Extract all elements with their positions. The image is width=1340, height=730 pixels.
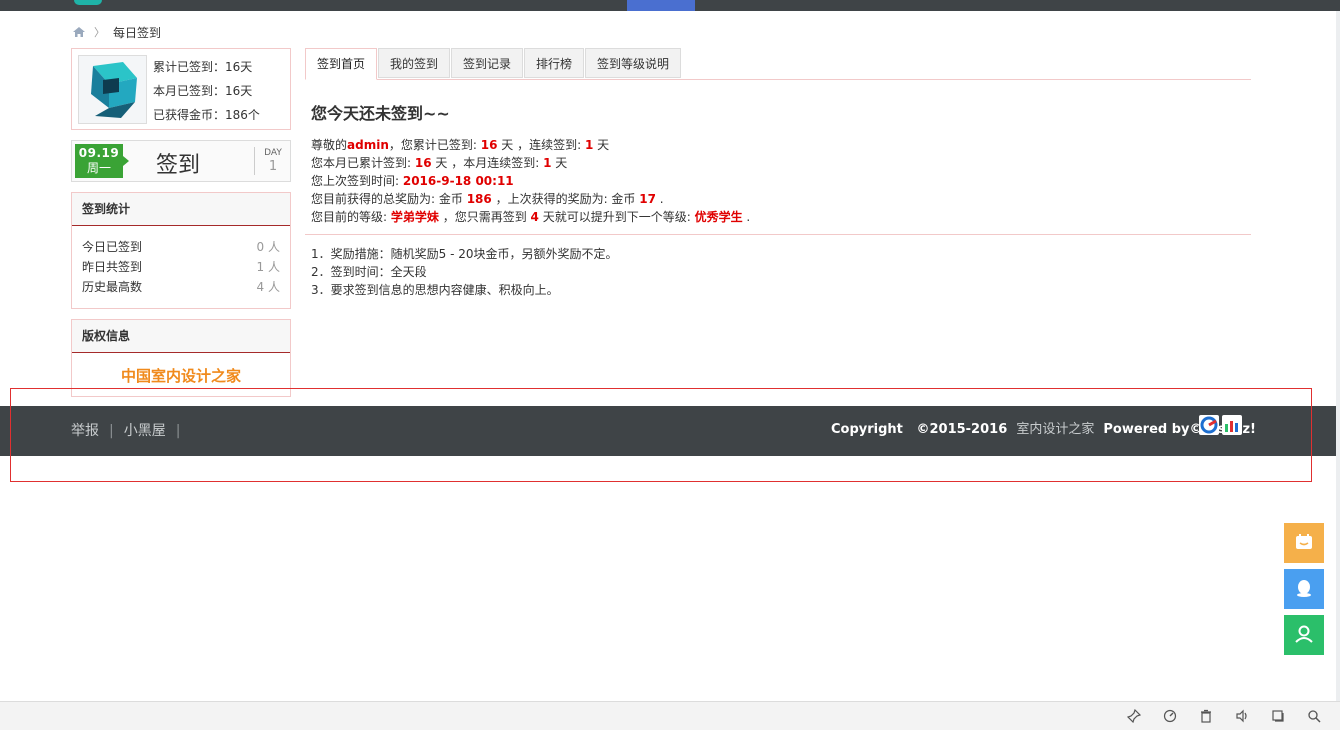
divider: [305, 234, 1251, 235]
total-signed: 累计已签到：16天: [153, 60, 253, 74]
trash-icon[interactable]: [1198, 708, 1214, 724]
text: 您上次签到时间:: [311, 174, 403, 188]
month-days: 16: [414, 156, 432, 170]
month-signed: 本月已签到：16天: [153, 84, 253, 98]
total-days: 16: [480, 138, 498, 152]
day-value: 1: [268, 159, 278, 174]
text: 天 ，本月连续签到:: [431, 156, 544, 170]
volume-icon[interactable]: [1234, 708, 1250, 724]
stat-label: 历史最高数: [82, 280, 143, 294]
text: ，您只需再签到: [438, 210, 531, 224]
current-level: 学弟学妹: [390, 210, 439, 224]
user-card: 累计已签到：16天 本月已签到：16天 已获得金币：186个: [71, 48, 291, 130]
qq-contact-button[interactable]: [1284, 569, 1324, 609]
text: 尊敬的: [311, 138, 348, 152]
tab-sign-home[interactable]: 签到首页: [305, 48, 378, 80]
chevron-right-icon: 〉: [94, 26, 105, 39]
weekday-text: 周一: [86, 161, 111, 175]
text: 您本月已累计签到:: [311, 156, 415, 170]
text: ，您累计已签到:: [388, 138, 481, 152]
last-coins: 17: [639, 192, 656, 206]
sign-status-section: 您今天还未签到~~ 尊敬的admin，您累计已签到: 16 天 ，连续签到: 1…: [311, 100, 1251, 226]
rule-item: 1．奖励措施：随机奖励5 - 20块金币，另额外奖励不定。: [311, 247, 618, 261]
date-text: 09.19: [78, 146, 120, 160]
text: 天: [551, 156, 568, 170]
user-stats: 累计已签到：16天 本月已签到：16天 已获得金币：186个: [153, 55, 260, 127]
text: 天就可以提升到下一个等级:: [538, 210, 695, 224]
zoom-icon[interactable]: [1306, 708, 1322, 724]
info-line-total: 尊敬的admin，您累计已签到: 16 天 ，连续签到: 1 天: [311, 136, 1251, 154]
panel-title: 版权信息: [72, 320, 290, 353]
text: ，上次获得的奖励为: 金币: [491, 192, 640, 206]
brand-logo-text[interactable]: 中国室内设计之家: [72, 365, 290, 386]
sign-in-label[interactable]: 签到: [156, 147, 200, 179]
tab-my-sign[interactable]: 我的签到: [378, 48, 451, 78]
rule-item: 2．签到时间：全天段: [311, 265, 427, 279]
stat-value: 4 人: [256, 280, 280, 294]
page-scrollbar[interactable]: [1336, 11, 1340, 701]
tab-ranking[interactable]: 排行榜: [524, 48, 585, 78]
stat-row: 今日已签到 0 人: [82, 237, 280, 257]
breadcrumb: 〉 每日签到: [72, 24, 161, 40]
username[interactable]: admin: [347, 138, 389, 152]
text: 您目前的等级:: [311, 210, 391, 224]
info-line-month: 您本月已累计签到: 16 天 ，本月连续签到: 1 天: [311, 154, 1251, 172]
copyright-panel: 版权信息 中国室内设计之家: [71, 319, 291, 397]
sign-stats-panel: 签到统计 今日已签到 0 人 昨日共签到 1 人 历史最高数 4 人: [71, 192, 291, 309]
site-logo[interactable]: [74, 0, 102, 5]
qq-icon: [1293, 577, 1315, 602]
next-level: 优秀学生: [694, 210, 743, 224]
stat-value: 1 人: [256, 260, 280, 274]
top-nav-bar: [0, 0, 1340, 11]
day-counter: DAY 1: [260, 147, 286, 175]
page-title: 您今天还未签到~~: [311, 104, 450, 123]
stat-label: 今日已签到: [82, 240, 143, 254]
text: 天 ，连续签到:: [497, 138, 585, 152]
coins-earned: 已获得金币：186个: [153, 108, 260, 122]
highlight-frame: [10, 388, 1312, 482]
last-sign-time: 2016-9-18 00:11: [402, 174, 514, 188]
sign-in-button[interactable]: 09.19 周一 签到 DAY 1: [71, 140, 291, 182]
text: 您目前获得的总奖励为: 金币: [311, 192, 467, 206]
date-badge: 09.19 周一: [75, 144, 129, 178]
stat-label: 昨日共签到: [82, 260, 143, 274]
breadcrumb-current[interactable]: 每日签到: [113, 24, 161, 41]
message-icon: [1293, 531, 1315, 556]
stat-row: 历史最高数 4 人: [82, 277, 280, 297]
info-line-rewards: 您目前获得的总奖励为: 金币 186 ，上次获得的奖励为: 金币 17 .: [311, 190, 1251, 208]
user-contact-button[interactable]: [1284, 615, 1324, 655]
days-needed: 4: [530, 210, 539, 224]
divider: [254, 147, 255, 175]
text: .: [655, 192, 664, 206]
tab-bar: 签到首页 我的签到 签到记录 排行榜 签到等级说明: [305, 48, 1251, 80]
window-icon[interactable]: [1270, 708, 1286, 724]
nav-active-item[interactable]: [627, 0, 695, 11]
avatar[interactable]: [78, 55, 147, 124]
rule-item: 3．要求签到信息的思想内容健康、积极向上。: [311, 283, 559, 297]
browser-status-bar: [0, 701, 1340, 730]
user-icon: [1293, 623, 1315, 648]
rules-list: 1．奖励措施：随机奖励5 - 20块金币，另额外奖励不定。 2．签到时间：全天段…: [311, 245, 618, 299]
text: .: [742, 210, 751, 224]
home-icon[interactable]: [72, 26, 86, 38]
feedback-button[interactable]: [1284, 523, 1324, 563]
tab-level-info[interactable]: 签到等级说明: [585, 48, 682, 78]
info-line-last-time: 您上次签到时间: 2016-9-18 00:11: [311, 172, 1251, 190]
total-coins: 186: [466, 192, 492, 206]
stat-row: 昨日共签到 1 人: [82, 257, 280, 277]
speed-icon[interactable]: [1162, 708, 1178, 724]
tab-sign-records[interactable]: 签到记录: [451, 48, 524, 78]
panel-title: 签到统计: [72, 193, 290, 226]
info-line-level: 您目前的等级: 学弟学妹 ，您只需再签到 4 天就可以提升到下一个等级: 优秀学…: [311, 208, 1251, 226]
pin-icon[interactable]: [1126, 708, 1142, 724]
stat-value: 0 人: [256, 240, 280, 254]
day-label: DAY: [264, 148, 282, 158]
text: 天: [593, 138, 610, 152]
